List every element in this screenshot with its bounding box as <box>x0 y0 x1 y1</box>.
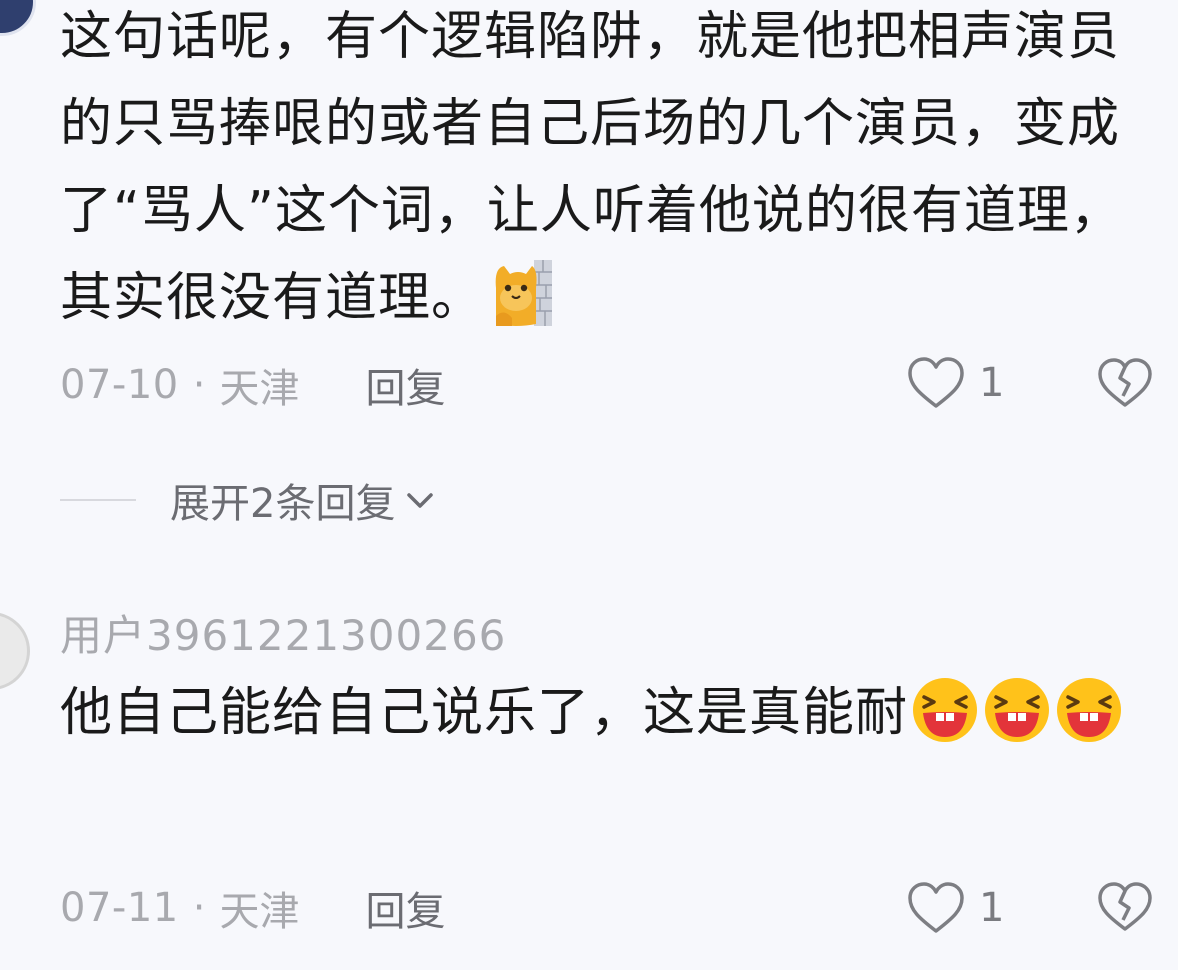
heart-outline-icon <box>908 357 964 408</box>
meta-separator: · <box>192 885 206 931</box>
meta-separator: · <box>192 362 206 408</box>
comment-date: 07-11 <box>60 885 179 931</box>
divider-line <box>60 499 136 501</box>
broken-heart-icon <box>1098 358 1152 407</box>
dislike-button[interactable] <box>1096 356 1154 410</box>
expand-replies-button[interactable]: 展开2条回复 <box>60 470 437 530</box>
like-button[interactable]: 1 <box>905 353 1004 413</box>
laughing-face-emoji <box>1054 675 1124 745</box>
like-button[interactable]: 1 <box>905 878 1004 938</box>
heart-outline-icon <box>908 882 964 933</box>
comment-body: 他自己能给自己说乐了，这是真能耐 <box>60 683 909 743</box>
reply-button[interactable]: 回复 <box>365 356 445 414</box>
comment-body: 这句话呢，有个逻辑陷阱，就是他把相声演员的只骂捧哏的或者自己后场的几个演员，变成… <box>60 7 1123 328</box>
dislike-button[interactable] <box>1096 880 1154 934</box>
comment-text: 这句话呢，有个逻辑陷阱，就是他把相声演员的只骂捧哏的或者自己后场的几个演员，变成… <box>60 0 1128 342</box>
expand-replies-label: 展开2条回复 <box>170 481 396 527</box>
comment-location: 天津 <box>219 889 300 935</box>
like-count: 1 <box>979 885 1005 931</box>
comment-item: 这句话呢，有个逻辑陷阱，就是他把相声演员的只骂捧哏的或者自己后场的几个演员，变成… <box>0 0 1178 560</box>
wall-peek-cat-emoji <box>492 258 554 328</box>
chevron-down-icon <box>407 493 434 508</box>
comment-date: 07-10 <box>60 362 179 408</box>
like-count: 1 <box>979 360 1005 406</box>
comment-text: 他自己能给自己说乐了，这是真能耐 <box>60 668 1128 758</box>
comment-location: 天津 <box>219 366 300 412</box>
comment-meta: 07-11 · 天津 回复 <box>60 878 445 938</box>
username[interactable]: 用户3961221300266 <box>60 602 506 663</box>
laughing-face-emoji <box>982 675 1052 745</box>
avatar[interactable] <box>0 612 30 690</box>
broken-heart-icon <box>1098 882 1152 931</box>
laughing-face-emoji <box>910 675 980 745</box>
reply-button[interactable]: 回复 <box>365 879 445 937</box>
comment-meta: 07-10 · 天津 回复 <box>60 355 445 415</box>
avatar[interactable] <box>0 0 36 36</box>
